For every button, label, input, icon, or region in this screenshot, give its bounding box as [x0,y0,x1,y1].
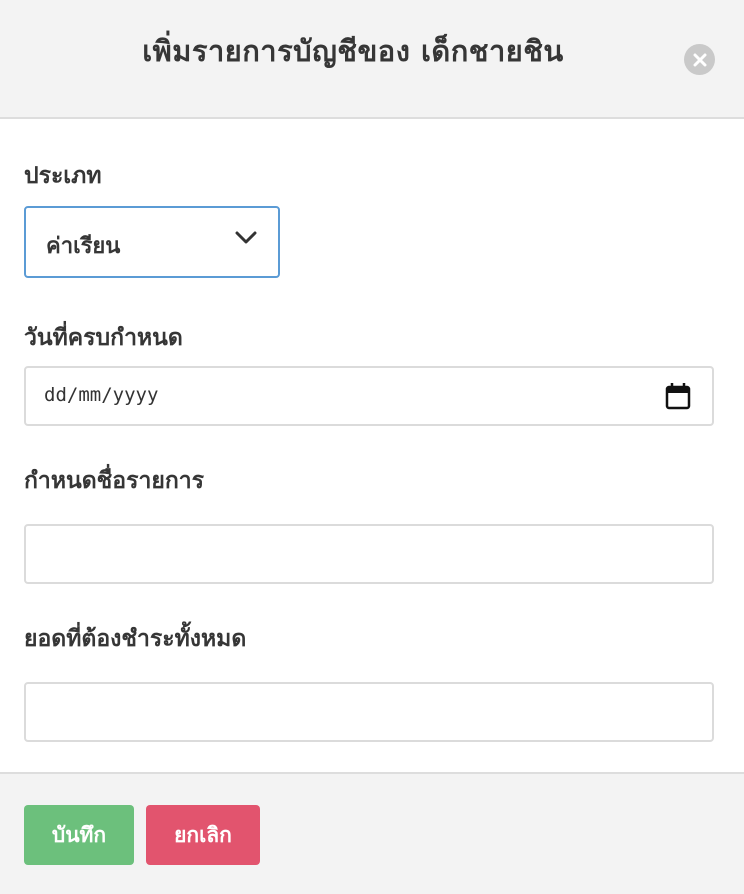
item-name-label: กำหนดชื่อรายการ [24,468,205,494]
total-amount-label: ยอดที่ต้องชำระทั้งหมด [24,626,247,652]
type-label: ประเภท [24,163,102,189]
due-date-placeholder: dd/mm/yyyy [44,384,159,406]
modal-footer: บันทึก ยกเลิก [0,772,744,894]
modal-title: เพิ่มรายการบัญชีของ เด็กชายชิน [142,34,564,68]
item-name-input[interactable] [24,524,714,584]
chevron-down-icon [235,231,257,244]
cancel-button[interactable]: ยกเลิก [146,805,260,865]
due-date-label: วันที่ครบกำหนด [24,325,183,351]
type-select[interactable]: ค่าเรียน [24,206,280,278]
add-account-item-modal: เพิ่มรายการบัญชีของ เด็กชายชิน ประเภท ค่… [0,0,744,894]
calendar-icon[interactable] [665,382,691,410]
type-selected-value: ค่าเรียน [46,234,121,259]
close-icon [693,53,706,66]
close-button[interactable] [684,44,715,75]
total-amount-input[interactable] [24,682,714,742]
modal-header: เพิ่มรายการบัญชีของ เด็กชายชิน [0,0,744,119]
due-date-input[interactable]: dd/mm/yyyy [24,366,714,426]
save-button[interactable]: บันทึก [24,805,134,865]
